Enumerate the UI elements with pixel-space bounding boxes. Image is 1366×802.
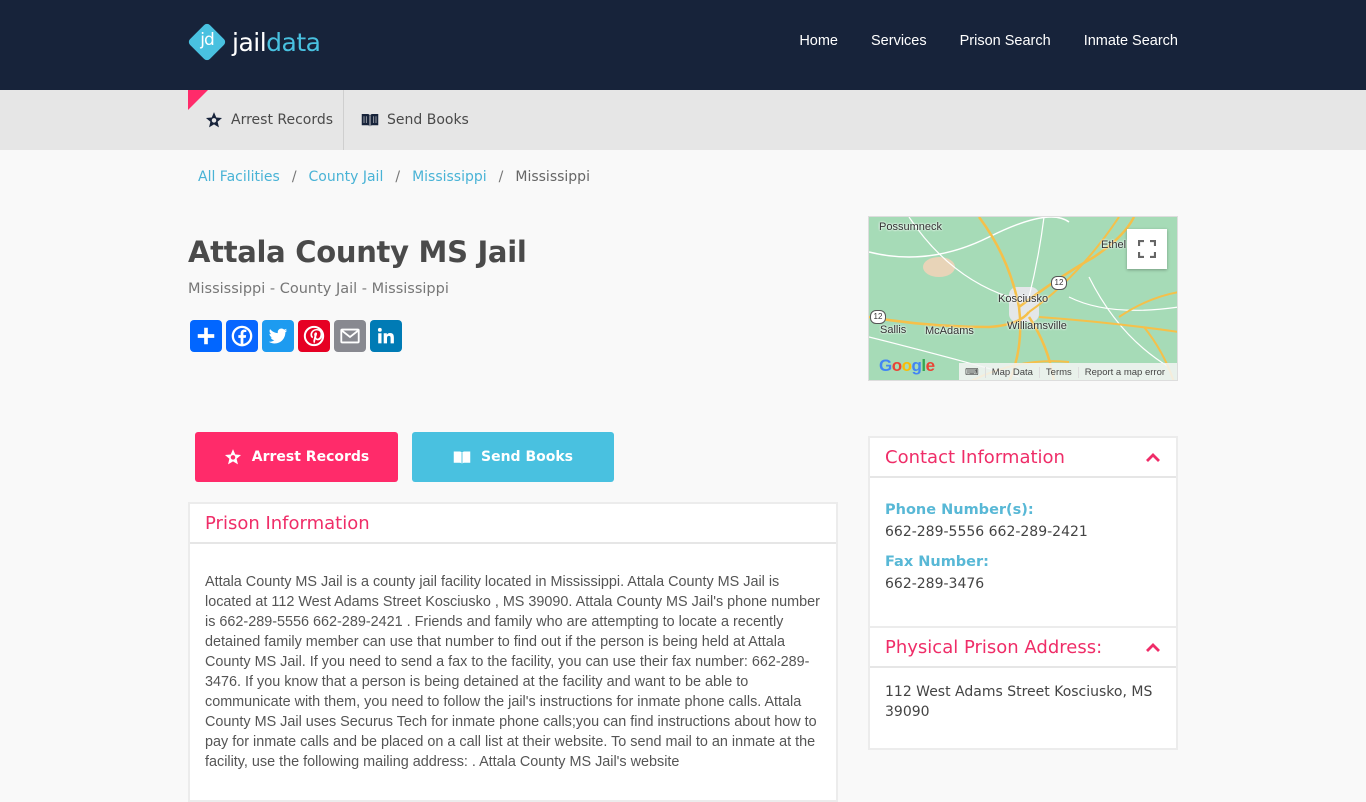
send-books-button[interactable]: Send Books [412,432,614,482]
star-badge-icon [224,448,242,466]
panel-title: Physical Prison Address: [885,636,1103,658]
top-navbar: jd jaildata Home Services Prison Search … [0,0,1366,90]
subnav-arrest-records[interactable]: Arrest Records [205,90,333,150]
breadcrumb: All Facilities / County Jail / Mississip… [198,169,590,185]
breadcrumb-county-jail[interactable]: County Jail [309,169,384,185]
phone-value: 662-289-5556 662-289-2421 [885,524,1088,540]
subnav-send-books[interactable]: Send Books [361,90,469,150]
nav-home[interactable]: Home [799,33,838,49]
page-title: Attala County MS Jail [188,235,527,269]
map-label: Kosciusko [998,293,1049,305]
map-terms-link[interactable]: Terms [1038,366,1078,378]
breadcrumb-current: Mississippi [515,169,590,185]
twitter-share-button[interactable] [262,320,294,352]
logo-text: jaildata [232,27,321,57]
share-buttons [190,320,402,352]
map-label: Ethel [1101,239,1127,251]
pinterest-icon [303,325,325,347]
fullscreen-icon [1138,240,1156,258]
fax-value: 662-289-3476 [885,576,985,592]
route-shield: 12 [870,310,886,324]
address-value: 112 West Adams Street Kosciusko, MS 3909… [885,684,1153,720]
breadcrumb-all-facilities[interactable]: All Facilities [198,169,280,185]
fax-label: Fax Number: [885,554,989,570]
map-data-link[interactable]: Map Data [984,366,1039,378]
subnav-send-books-label: Send Books [387,112,469,128]
arrest-records-label: Arrest Records [251,449,370,465]
chevron-up-icon[interactable] [1145,638,1161,657]
map-label: Possumneck [879,221,942,233]
linkedin-icon [377,327,394,344]
jaildata-logo[interactable]: jd jaildata [187,22,321,62]
report-map-error-link[interactable]: Report a map error [1077,366,1171,378]
breadcrumb-separator: / [498,169,504,185]
prison-information-panel: Prison Information Attala County MS Jail… [188,502,838,802]
pinterest-share-button[interactable] [298,320,330,352]
panel-header[interactable]: Contact Information [870,438,1176,478]
map-label: Sallis [880,324,907,336]
panel-title: Contact Information [885,446,1065,468]
nav-services[interactable]: Services [871,33,927,49]
star-badge-icon [205,111,223,129]
page-subtitle: Mississippi - County Jail - Mississippi [188,281,449,297]
email-icon [340,328,360,344]
map-attribution: ⌨ Map Data Terms Report a map error [959,363,1177,380]
panel-header[interactable]: Physical Prison Address: [870,628,1176,668]
contact-information-panel: Contact Information Phone Number(s): 662… [868,436,1178,628]
physical-address-panel: Physical Prison Address: 112 West Adams … [868,626,1178,750]
panel-header: Prison Information [190,504,836,544]
google-logo: Google [879,356,935,375]
book-icon [453,450,471,465]
share-button[interactable] [190,320,222,352]
location-map[interactable]: Possumneck Ethel Kosciusko Williamsville… [868,216,1178,381]
email-share-button[interactable] [334,320,366,352]
route-shield: 12 [1051,276,1067,290]
chevron-up-icon[interactable] [1145,448,1161,467]
panel-title: Prison Information [205,512,370,534]
arrest-records-button[interactable]: Arrest Records [195,432,398,482]
prison-description: Attala County MS Jail is a county jail f… [205,574,820,770]
book-icon [361,112,379,128]
plus-icon [197,327,215,345]
map-label: McAdams [925,325,974,337]
send-books-label: Send Books [481,449,573,465]
nav-prison-search[interactable]: Prison Search [960,33,1051,49]
map-fullscreen-button[interactable] [1127,229,1167,269]
linkedin-share-button[interactable] [370,320,402,352]
map-label: Williamsville [1007,320,1067,332]
breadcrumb-separator: / [395,169,401,185]
phone-label: Phone Number(s): [885,502,1034,518]
subnav-arrest-records-label: Arrest Records [231,112,334,128]
secondary-navbar: Arrest Records Send Books [0,90,1366,150]
breadcrumb-separator: / [291,169,297,185]
facebook-icon [231,325,253,347]
keyboard-shortcuts-icon[interactable]: ⌨ [959,367,985,378]
subnav-divider [343,90,344,150]
breadcrumb-state[interactable]: Mississippi [412,169,487,185]
facebook-share-button[interactable] [226,320,258,352]
nav-inmate-search[interactable]: Inmate Search [1084,33,1178,49]
main-nav: Home Services Prison Search Inmate Searc… [766,33,1178,49]
twitter-icon [268,328,288,344]
logo-mark-icon: jd [187,22,227,62]
